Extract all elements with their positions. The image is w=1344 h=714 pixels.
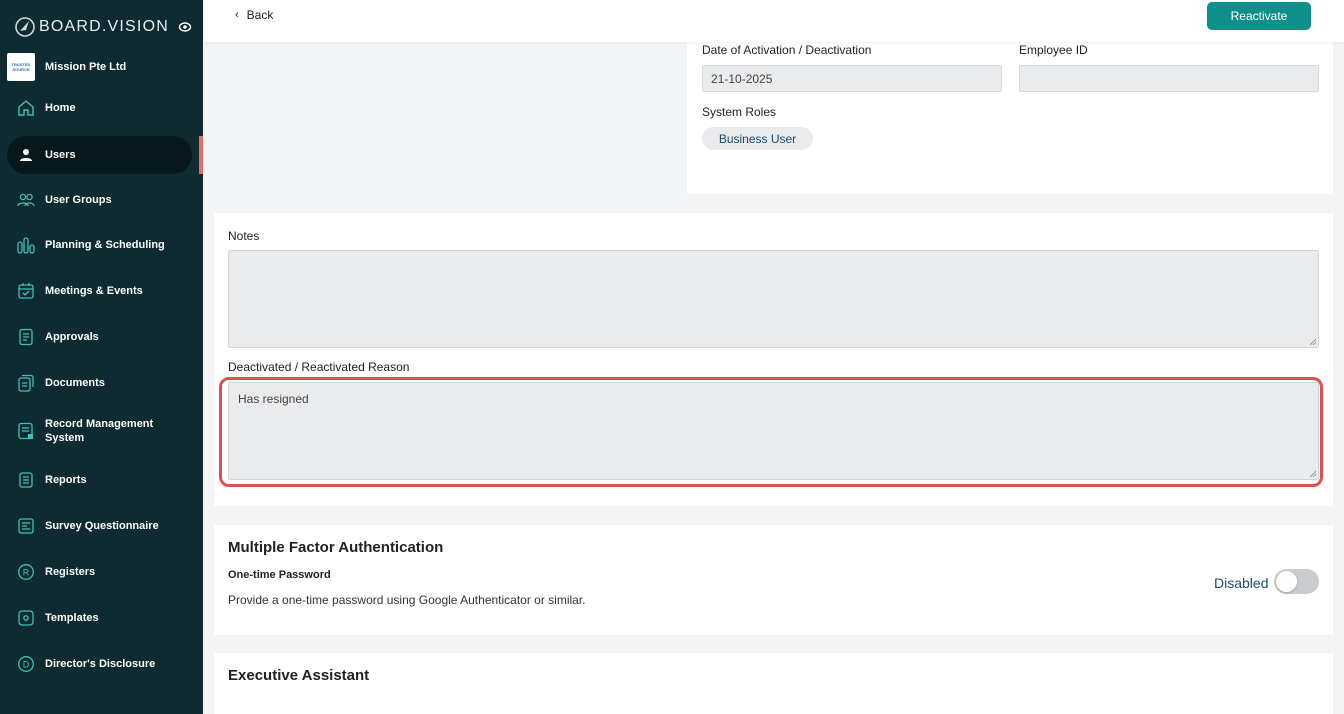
- notes-card: Notes Deactivated / Reactivated Reason H…: [214, 213, 1333, 506]
- reactivate-button[interactable]: Reactivate: [1207, 2, 1311, 30]
- sidebar-item-label: Meetings & Events: [45, 285, 143, 297]
- sidebar-item-label: Director's Disclosure: [45, 658, 156, 670]
- sidebar-item-label: Users: [45, 149, 76, 161]
- organization-name: Mission Pte Ltd: [45, 61, 127, 73]
- resize-grip-icon[interactable]: [1310, 339, 1316, 345]
- sidebar-item-directors-disclosure[interactable]: D Director's Disclosure: [7, 645, 192, 683]
- sidebar-item-users[interactable]: Users: [7, 136, 192, 174]
- sidebar-item-label: Survey Questionnaire: [45, 520, 159, 532]
- sidebar-item-label: Templates: [45, 612, 99, 624]
- sidebar-item-record-management-system[interactable]: Record Management System: [7, 412, 192, 450]
- notes-textarea[interactable]: [228, 250, 1319, 348]
- reason-label: Deactivated / Reactivated Reason: [228, 360, 410, 374]
- top-bar: ‹ Back Reactivate: [203, 0, 1344, 42]
- system-roles-label: System Roles: [702, 105, 777, 119]
- mfa-title: Multiple Factor Authentication: [228, 539, 444, 556]
- templates-icon: [16, 608, 36, 628]
- disclosure-icon: D: [16, 654, 36, 674]
- sidebar-item-label: Approvals: [45, 331, 99, 343]
- sidebar-item-label: Record Management System: [45, 418, 154, 444]
- mfa-card: Multiple Factor Authentication One-time …: [214, 525, 1333, 635]
- sidebar-item-label: User Groups: [45, 194, 112, 206]
- sidebar-item-label: Registers: [45, 566, 96, 578]
- eye-icon[interactable]: [178, 20, 192, 34]
- survey-icon: [16, 516, 36, 536]
- reason-textarea[interactable]: Has resigned: [228, 382, 1319, 480]
- employee-id-field[interactable]: [1019, 65, 1319, 92]
- system-role-label: Business User: [718, 131, 797, 146]
- organization-logo-text: TRUSTED SOURCE: [11, 62, 31, 72]
- svg-text:D: D: [23, 660, 30, 670]
- approvals-icon: [16, 327, 36, 347]
- reports-icon: [16, 470, 36, 490]
- otp-description: Provide a one-time password using Google…: [228, 593, 586, 607]
- executive-assistant-title: Executive Assistant: [228, 667, 370, 684]
- activation-date-value: 21-10-2025: [711, 71, 773, 86]
- sidebar-item-label: Planning & Scheduling: [45, 239, 165, 251]
- brand-name: BOARD.VISION: [39, 18, 169, 35]
- sidebar-item-survey-questionnaire[interactable]: Survey Questionnaire: [7, 507, 192, 545]
- sidebar-item-templates[interactable]: Templates: [7, 599, 192, 637]
- sidebar-item-label: Home: [45, 102, 76, 114]
- sidebar-item-user-groups[interactable]: User Groups: [7, 181, 192, 219]
- active-item-marker: [199, 136, 203, 174]
- reason-value: Has resigned: [238, 392, 309, 406]
- sidebar-item-label: Reports: [45, 474, 87, 486]
- user-groups-icon: [16, 190, 36, 210]
- bar-chart-icon: [16, 235, 36, 255]
- back-link[interactable]: ‹ Back: [235, 8, 273, 22]
- documents-icon: [16, 373, 36, 393]
- sidebar-item-registers[interactable]: R Registers: [7, 553, 192, 591]
- user-icon: [16, 145, 36, 165]
- chevron-left-icon: ‹: [235, 9, 239, 21]
- user-details-card: Date of Activation / Deactivation 21-10-…: [687, 42, 1333, 194]
- otp-title: One-time Password: [228, 569, 331, 581]
- back-label: Back: [246, 8, 274, 22]
- board-vision-logo-icon: [15, 17, 35, 37]
- otp-status-label: Disabled: [1214, 575, 1269, 591]
- registered-icon: R: [16, 562, 36, 582]
- resize-grip-icon[interactable]: [1310, 471, 1316, 477]
- svg-text:R: R: [23, 568, 30, 578]
- otp-toggle[interactable]: [1274, 569, 1319, 594]
- sidebar-item-reports[interactable]: Reports: [7, 461, 192, 499]
- activation-date-label: Date of Activation / Deactivation: [702, 43, 872, 57]
- calendar-check-icon: [16, 281, 36, 301]
- activation-date-field[interactable]: 21-10-2025: [702, 65, 1002, 92]
- sidebar-item-planning-scheduling[interactable]: Planning & Scheduling: [7, 226, 192, 264]
- brand-logo[interactable]: BOARD.VISION: [14, 14, 194, 40]
- employee-id-label: Employee ID: [1019, 43, 1088, 57]
- notes-label: Notes: [228, 229, 260, 243]
- system-role-chip: Business User: [702, 127, 813, 150]
- organization-logo: TRUSTED SOURCE: [7, 53, 35, 81]
- sidebar-item-documents[interactable]: Documents: [7, 364, 192, 402]
- home-icon: [16, 98, 36, 118]
- sidebar-item-approvals[interactable]: Approvals: [7, 318, 192, 356]
- toggle-knob: [1276, 571, 1297, 592]
- sidebar-item-home[interactable]: Home: [7, 89, 192, 127]
- sidebar-item-meetings-events[interactable]: Meetings & Events: [7, 272, 192, 310]
- executive-assistant-card: Executive Assistant: [214, 653, 1333, 714]
- record-icon: [16, 421, 36, 441]
- sidebar-item-label: Documents: [45, 377, 105, 389]
- sidebar: BOARD.VISION TRUSTED SOURCE Mission Pte …: [0, 0, 203, 714]
- organization[interactable]: TRUSTED SOURCE Mission Pte Ltd: [7, 53, 126, 81]
